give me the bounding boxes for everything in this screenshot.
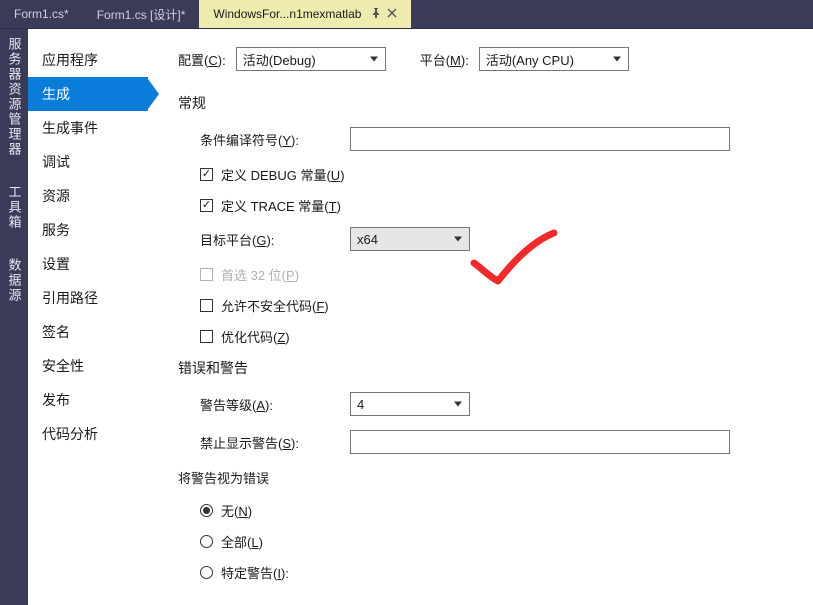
optimize-checkbox[interactable] [200, 330, 213, 343]
nav-services[interactable]: 服务 [28, 213, 148, 247]
errors-header: 错误和警告 [178, 358, 791, 378]
build-page: 配置(C): 活动(Debug) 平台(M): 活动(Any CPU) 常规 条… [148, 29, 813, 605]
general-header: 常规 [178, 93, 791, 113]
define-trace-label: 定义 TRACE 常量(T) [221, 196, 341, 215]
nav-signing[interactable]: 签名 [28, 315, 148, 349]
treat-specific-radio[interactable] [200, 566, 213, 579]
prefer-32bit-checkbox [200, 268, 213, 281]
optimize-label: 优化代码(Z) [221, 327, 290, 346]
treat-none-radio[interactable] [200, 504, 213, 517]
nav-security[interactable]: 安全性 [28, 349, 148, 383]
rail-toolbox[interactable]: 工具箱 [5, 185, 24, 230]
tool-window-rail: 服务器资源管理器 工具箱 数据源 [0, 29, 28, 605]
nav-resources[interactable]: 资源 [28, 179, 148, 213]
close-icon[interactable] [387, 7, 397, 21]
nav-publish[interactable]: 发布 [28, 383, 148, 417]
allow-unsafe-label: 允许不安全代码(F) [221, 296, 329, 315]
treat-all-radio[interactable] [200, 535, 213, 548]
target-platform-label: 目标平台(G): [200, 230, 350, 249]
tab-form1-designer[interactable]: Form1.cs [设计]* [83, 0, 200, 28]
prefer-32bit-label: 首选 32 位(P) [221, 265, 299, 284]
define-debug-label: 定义 DEBUG 常量(U) [221, 165, 345, 184]
suppress-warn-input[interactable] [350, 430, 730, 454]
rail-data-sources[interactable]: 数据源 [5, 258, 24, 303]
tab-project-properties[interactable]: WindowsFor...n1mexmatlab [199, 0, 411, 28]
nav-settings[interactable]: 设置 [28, 247, 148, 281]
treat-none-label: 无(N) [221, 501, 252, 520]
define-trace-checkbox[interactable] [200, 199, 213, 212]
target-platform-combo[interactable]: x64 [350, 227, 470, 251]
warn-level-combo[interactable]: 4 [350, 392, 470, 416]
warn-level-label: 警告等级(A): [200, 395, 350, 414]
nav-build-events[interactable]: 生成事件 [28, 111, 148, 145]
nav-build[interactable]: 生成 [28, 77, 148, 111]
rail-server-explorer[interactable]: 服务器资源管理器 [5, 37, 24, 157]
cond-symbols-input[interactable] [350, 127, 730, 151]
nav-application[interactable]: 应用程序 [28, 43, 148, 77]
document-tabs: Form1.cs* Form1.cs [设计]* WindowsFor...n1… [0, 0, 813, 29]
config-combo[interactable]: 活动(Debug) [236, 47, 386, 71]
nav-reference-paths[interactable]: 引用路径 [28, 281, 148, 315]
treat-warnings-header: 将警告视为错误 [178, 468, 791, 487]
tab-form1-cs[interactable]: Form1.cs* [0, 0, 83, 28]
treat-specific-label: 特定警告(I): [221, 563, 289, 582]
define-debug-checkbox[interactable] [200, 168, 213, 181]
treat-all-label: 全部(L) [221, 532, 263, 551]
platform-combo[interactable]: 活动(Any CPU) [479, 47, 629, 71]
platform-label: 平台(M): [420, 50, 469, 69]
property-page-nav: 应用程序 生成 生成事件 调试 资源 服务 设置 引用路径 签名 安全性 发布 … [28, 29, 148, 605]
pin-icon[interactable] [371, 7, 381, 21]
suppress-warn-label: 禁止显示警告(S): [200, 433, 350, 452]
config-label: 配置(C): [178, 50, 226, 69]
allow-unsafe-checkbox[interactable] [200, 299, 213, 312]
cond-symbols-label: 条件编译符号(Y): [200, 130, 350, 149]
nav-debug[interactable]: 调试 [28, 145, 148, 179]
nav-code-analysis[interactable]: 代码分析 [28, 417, 148, 451]
